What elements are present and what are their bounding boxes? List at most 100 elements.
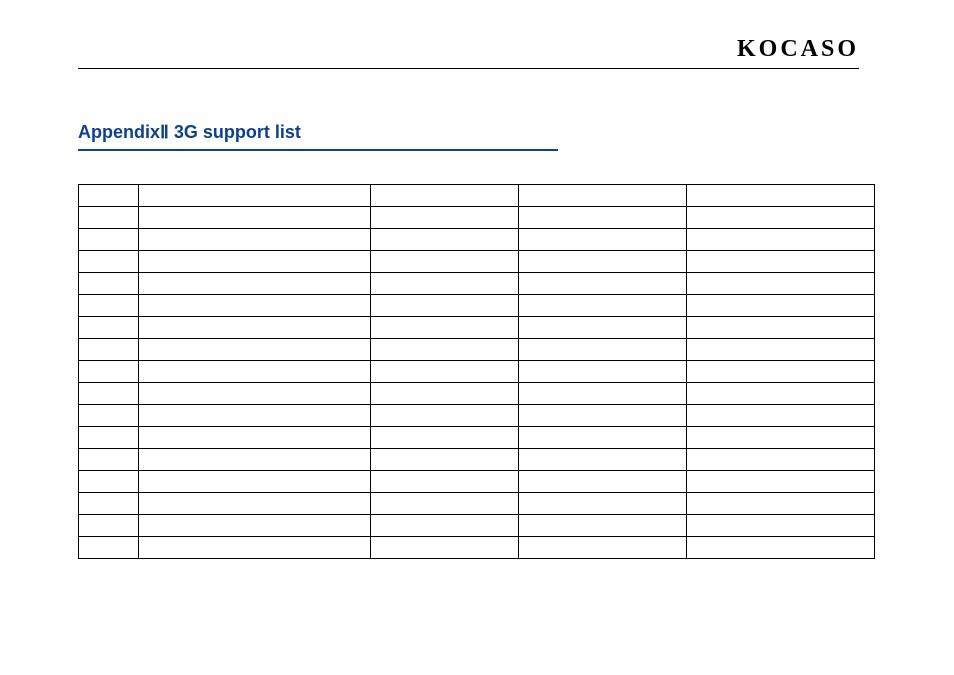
table-cell	[79, 295, 139, 317]
table-cell	[371, 493, 519, 515]
table-cell	[687, 317, 875, 339]
table-cell	[79, 515, 139, 537]
table-cell	[139, 339, 371, 361]
table-cell	[371, 273, 519, 295]
table-cell	[519, 537, 687, 559]
table-cell	[139, 185, 371, 207]
table-cell	[139, 515, 371, 537]
table-cell	[139, 383, 371, 405]
table-cell	[79, 317, 139, 339]
table-cell	[519, 471, 687, 493]
table-row	[79, 317, 875, 339]
table-cell	[519, 207, 687, 229]
table-row	[79, 493, 875, 515]
table-row	[79, 185, 875, 207]
table-cell	[79, 185, 139, 207]
table-cell	[371, 251, 519, 273]
table-cell	[79, 207, 139, 229]
table-cell	[371, 339, 519, 361]
table-cell	[687, 361, 875, 383]
table-cell	[79, 273, 139, 295]
table-row	[79, 449, 875, 471]
table-row	[79, 229, 875, 251]
table-cell	[687, 427, 875, 449]
table-cell	[687, 207, 875, 229]
table-cell	[371, 449, 519, 471]
table-cell	[371, 185, 519, 207]
table-cell	[79, 537, 139, 559]
table-cell	[371, 295, 519, 317]
table-cell	[139, 361, 371, 383]
table-row	[79, 537, 875, 559]
page: KOCASO AppendixⅡ 3G support list	[0, 0, 954, 675]
table-cell	[371, 537, 519, 559]
table-cell	[687, 405, 875, 427]
table-cell	[687, 251, 875, 273]
table-cell	[687, 471, 875, 493]
table-cell	[519, 449, 687, 471]
table-cell	[139, 427, 371, 449]
table-cell	[687, 185, 875, 207]
table-row	[79, 251, 875, 273]
table-cell	[371, 471, 519, 493]
page-title: AppendixⅡ 3G support list	[78, 122, 558, 143]
table-row	[79, 361, 875, 383]
table-row	[79, 295, 875, 317]
header-area: KOCASO	[0, 0, 954, 72]
table-cell	[519, 273, 687, 295]
table-cell	[519, 361, 687, 383]
table-cell	[519, 427, 687, 449]
table-cell	[371, 229, 519, 251]
table-cell	[519, 339, 687, 361]
table-row	[79, 273, 875, 295]
table-body	[79, 185, 875, 559]
table-cell	[371, 427, 519, 449]
table-cell	[519, 405, 687, 427]
table-row	[79, 339, 875, 361]
title-block: AppendixⅡ 3G support list	[78, 122, 558, 151]
table-row	[79, 405, 875, 427]
table-cell	[519, 317, 687, 339]
table-cell	[79, 229, 139, 251]
table-cell	[139, 537, 371, 559]
table-cell	[687, 449, 875, 471]
table-cell	[371, 405, 519, 427]
table-cell	[139, 295, 371, 317]
table-row	[79, 427, 875, 449]
table-cell	[79, 427, 139, 449]
table-cell	[371, 383, 519, 405]
table-row	[79, 207, 875, 229]
brand-logo-text: KOCASO	[737, 36, 859, 63]
table-cell	[79, 361, 139, 383]
table-cell	[79, 339, 139, 361]
table-cell	[687, 493, 875, 515]
support-table-wrap	[78, 184, 874, 559]
table-cell	[139, 405, 371, 427]
table-cell	[687, 339, 875, 361]
header-rule	[78, 68, 859, 69]
table-cell	[79, 405, 139, 427]
table-cell	[371, 515, 519, 537]
table-cell	[687, 383, 875, 405]
table-cell	[371, 317, 519, 339]
table-cell	[79, 449, 139, 471]
table-cell	[519, 493, 687, 515]
table-cell	[139, 207, 371, 229]
table-cell	[687, 229, 875, 251]
support-table	[78, 184, 875, 559]
table-cell	[519, 515, 687, 537]
table-cell	[687, 537, 875, 559]
table-cell	[519, 251, 687, 273]
table-row	[79, 471, 875, 493]
table-cell	[687, 515, 875, 537]
table-cell	[687, 295, 875, 317]
table-cell	[519, 295, 687, 317]
title-underline	[78, 149, 558, 151]
table-cell	[687, 273, 875, 295]
table-cell	[79, 251, 139, 273]
table-row	[79, 515, 875, 537]
table-cell	[79, 493, 139, 515]
table-cell	[79, 383, 139, 405]
table-cell	[139, 251, 371, 273]
table-cell	[519, 185, 687, 207]
